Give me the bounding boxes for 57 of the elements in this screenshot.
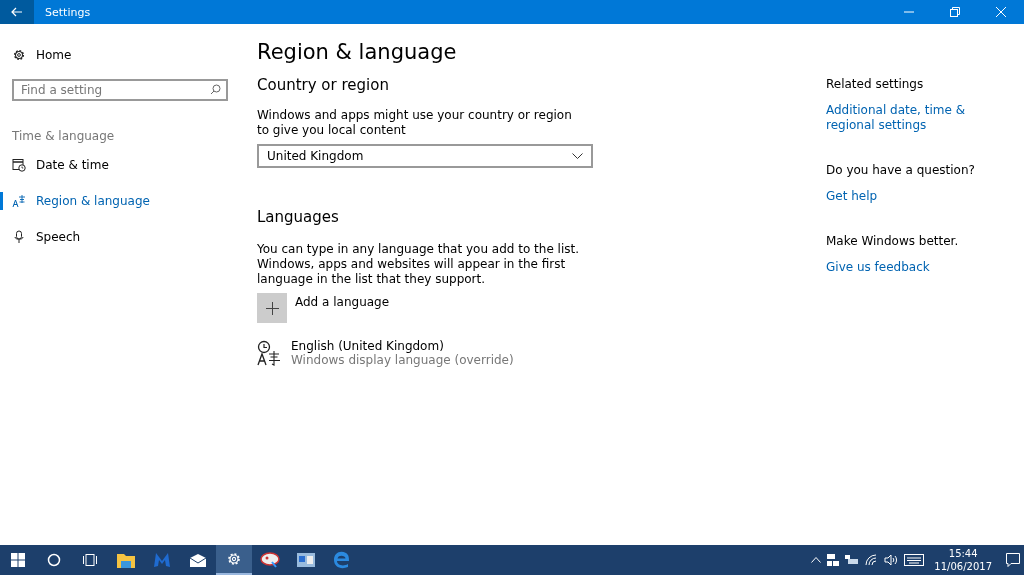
nav-item[interactable]: Date & time	[0, 155, 245, 175]
section-heading: Country or region	[257, 76, 390, 94]
language-item[interactable]: English (United Kingdom) Windows display language (override)	[291, 339, 514, 367]
keyboard-icon[interactable]	[904, 554, 925, 566]
related-heading: Make Windows better.	[826, 234, 960, 248]
section-heading: Languages	[257, 208, 340, 226]
mail-icon	[189, 553, 207, 567]
search-icon	[47, 553, 61, 567]
country-dropdown[interactable]: United Kingdom	[257, 144, 593, 168]
close-icon	[996, 7, 1006, 17]
clock-date: 11/06/2017	[934, 560, 992, 573]
battery-icon[interactable]	[845, 555, 860, 565]
taskbar-button[interactable]	[216, 545, 252, 575]
restore-icon	[950, 7, 960, 17]
clock-time: 15:44	[948, 547, 978, 560]
settings-icon	[12, 48, 26, 62]
palette-icon	[260, 552, 280, 568]
language-name: English (United Kingdom)	[291, 339, 444, 353]
related-link[interactable]: Get help	[826, 189, 996, 204]
related-link[interactable]: Additional date, time & regional settings	[826, 103, 996, 133]
notification-icon[interactable]	[1006, 553, 1020, 567]
add-language-button[interactable]: Add a language	[257, 293, 390, 323]
related-link[interactable]: Give us feedback	[826, 260, 996, 275]
browser-e-icon	[333, 551, 351, 569]
window-title: Settings	[45, 5, 92, 19]
minimize-icon	[904, 11, 914, 13]
windows-logo-icon	[11, 553, 25, 567]
folder-icon	[117, 552, 135, 568]
nav-item[interactable]: Speech	[0, 227, 245, 247]
chevron-up-icon[interactable]	[811, 557, 822, 563]
language-icon	[257, 340, 283, 366]
settings-icon	[226, 551, 242, 567]
back-arrow-icon	[11, 7, 23, 17]
back-button[interactable]	[0, 0, 34, 24]
description-text: Windows and apps might use your country or region to give you local content	[257, 108, 573, 138]
section-heading: Time & language	[12, 129, 116, 143]
home-link[interactable]: Home	[0, 45, 245, 65]
volume-icon[interactable]	[884, 554, 899, 566]
plus-icon	[265, 301, 279, 315]
search-icon	[210, 84, 221, 95]
network-icon[interactable]	[827, 554, 840, 566]
related-heading: Related settings	[826, 77, 925, 91]
task-view-icon	[82, 553, 98, 567]
calendar-icon	[12, 158, 26, 172]
wifi-icon[interactable]	[865, 554, 879, 566]
description-text: You can type in any language that you add to the list. Windows, apps and websites will appear in the first language in the list that they support.	[257, 242, 581, 287]
m-logo-icon	[153, 552, 171, 568]
microphone-icon	[12, 230, 26, 244]
language-icon	[12, 194, 26, 208]
app-icon	[297, 553, 315, 567]
chevron-down-icon	[572, 153, 583, 159]
language-detail: Windows display language (override)	[291, 353, 514, 367]
search-field[interactable]: Find a setting	[12, 79, 228, 101]
clock[interactable]: 15:44 11/06/2017	[934, 547, 992, 573]
related-heading: Do you have a question?	[826, 163, 976, 177]
page-title: Region & language	[257, 40, 458, 64]
nav-item[interactable]: Region & language	[0, 191, 245, 211]
